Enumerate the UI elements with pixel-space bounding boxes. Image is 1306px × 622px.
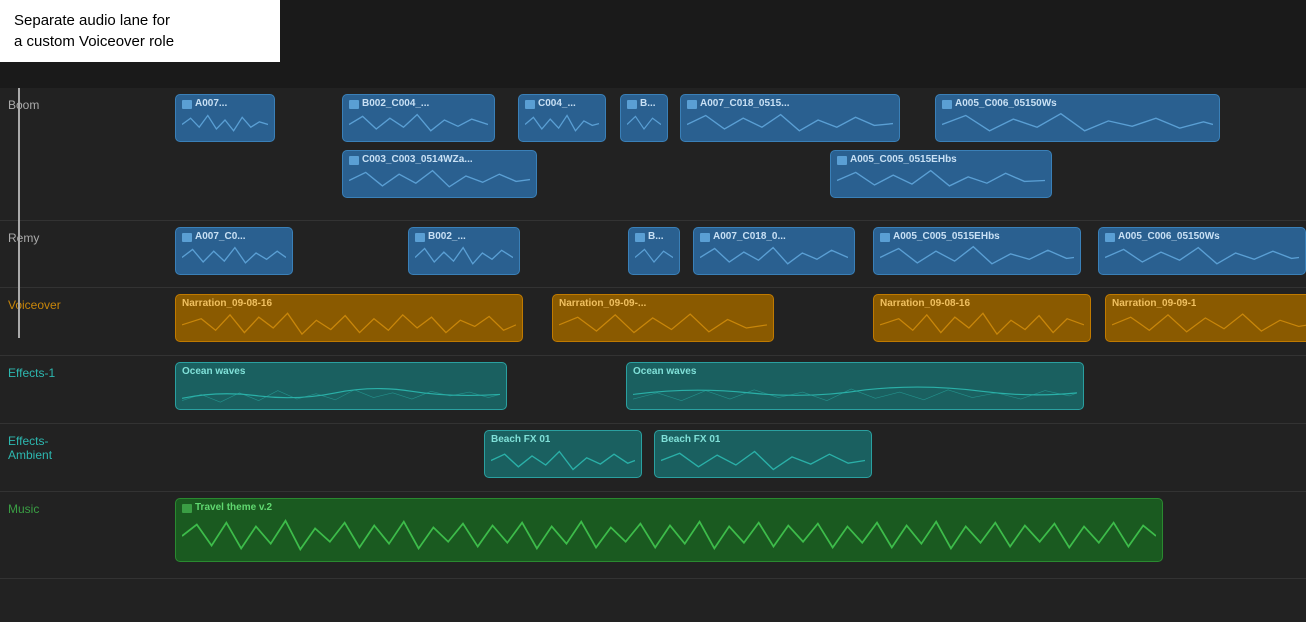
- lane-music: Music Travel theme v.2: [0, 492, 1306, 579]
- lane-label-voiceover: Voiceover: [0, 294, 80, 312]
- lane-content-remy: A007_C0... B002_... B... A007_C018_0... …: [80, 227, 1306, 281]
- clip-remy-1[interactable]: A007_C0...: [175, 227, 293, 275]
- clip-remy-4[interactable]: A007_C018_0...: [693, 227, 855, 275]
- clip-music-1[interactable]: Travel theme v.2: [175, 498, 1163, 562]
- clip-vo-3[interactable]: Narration_09-08-16: [873, 294, 1091, 342]
- lane-content-effects-ambient: Beach FX 01 Beach FX 01: [80, 430, 1306, 484]
- lane-content-music: Travel theme v.2: [80, 498, 1306, 572]
- clip-boom-7[interactable]: C003_C003_0514WZa...: [342, 150, 537, 198]
- lane-content-effects1: Ocean waves Ocean waves: [80, 362, 1306, 416]
- clip-vo-1[interactable]: Narration_09-08-16: [175, 294, 523, 342]
- clip-boom-5[interactable]: A007_C018_0515...: [680, 94, 900, 142]
- clip-vo-4[interactable]: Narration_09-09-1: [1105, 294, 1306, 342]
- clip-remy-2[interactable]: B002_...: [408, 227, 520, 275]
- clip-effects1-1[interactable]: Ocean waves: [175, 362, 507, 410]
- clip-boom-8[interactable]: A005_C005_0515EHbs: [830, 150, 1052, 198]
- lane-effects-ambient: Effects-Ambient Beach FX 01 Beach FX 01: [0, 424, 1306, 492]
- clip-vo-2[interactable]: Narration_09-09-...: [552, 294, 774, 342]
- clip-boom-3[interactable]: C004_...: [518, 94, 606, 142]
- lane-effects1: Effects-1 Ocean waves Ocean waves: [0, 356, 1306, 424]
- lane-label-remy: Remy: [0, 227, 80, 245]
- vertical-line: [18, 88, 20, 338]
- clip-boom-2[interactable]: B002_C004_...: [342, 94, 495, 142]
- lane-label-music: Music: [0, 498, 80, 516]
- clip-boom-6[interactable]: A005_C006_05150Ws: [935, 94, 1220, 142]
- annotation-text2: a custom Voiceover role: [14, 33, 174, 50]
- clip-remy-5[interactable]: A005_C005_0515EHbs: [873, 227, 1081, 275]
- clip-ambient-1[interactable]: Beach FX 01: [484, 430, 642, 478]
- lane-voiceover: Voiceover Narration_09-08-16 Narration_0…: [0, 288, 1306, 356]
- lane-content-voiceover: Narration_09-08-16 Narration_09-09-... N…: [80, 294, 1306, 348]
- timeline: Boom A007... B002_C004_... C004_... B...…: [0, 88, 1306, 622]
- lane-label-boom: Boom: [0, 94, 80, 112]
- clip-boom-4[interactable]: B...: [620, 94, 668, 142]
- annotation-text: Separate audio lane for: [14, 12, 170, 29]
- clip-remy-6[interactable]: A005_C006_05150Ws: [1098, 227, 1306, 275]
- lane-label-effects1: Effects-1: [0, 362, 80, 380]
- clip-remy-3[interactable]: B...: [628, 227, 680, 275]
- annotation-box: Separate audio lane for a custom Voiceov…: [0, 0, 280, 62]
- lane-label-effects-ambient: Effects-Ambient: [0, 430, 80, 462]
- lane-remy: Remy A007_C0... B002_... B... A007_C018_…: [0, 221, 1306, 288]
- clip-effects1-2[interactable]: Ocean waves: [626, 362, 1084, 410]
- lane-content-boom: A007... B002_C004_... C004_... B... A007…: [80, 94, 1306, 214]
- clip-ambient-2[interactable]: Beach FX 01: [654, 430, 872, 478]
- lane-boom: Boom A007... B002_C004_... C004_... B...…: [0, 88, 1306, 221]
- clip-boom-1[interactable]: A007...: [175, 94, 275, 142]
